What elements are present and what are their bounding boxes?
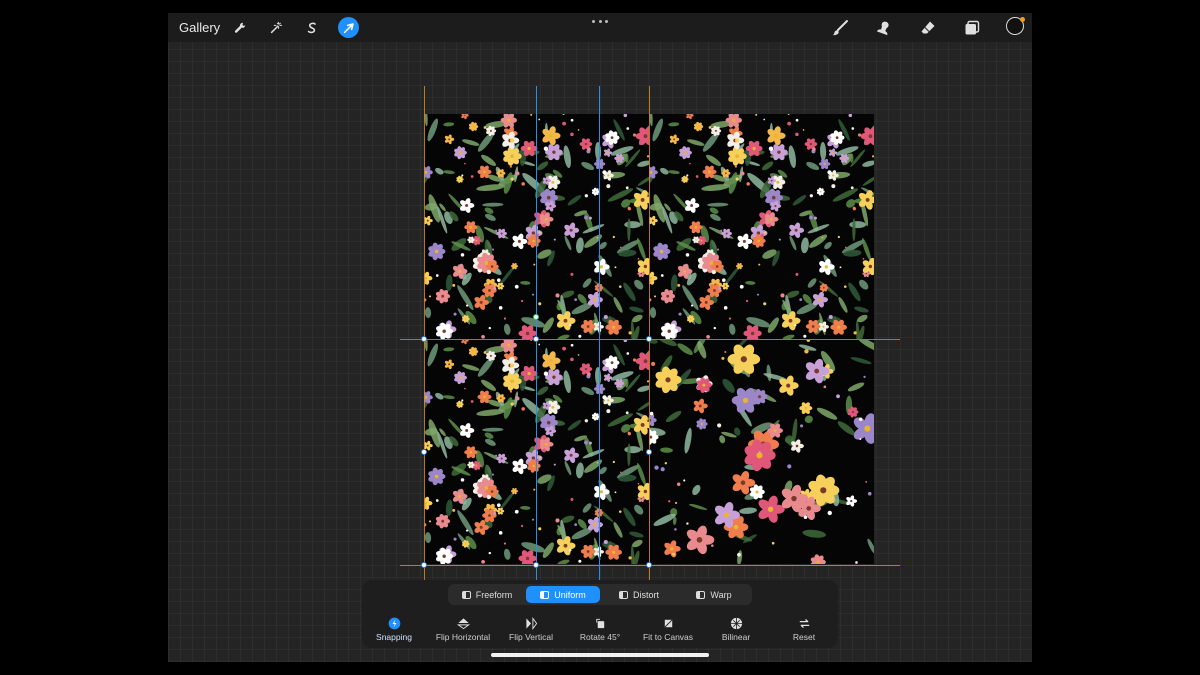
bilinear-button[interactable]: Bilinear [701, 616, 771, 642]
pattern-tile [649, 114, 874, 339]
orange-guide-center [649, 86, 650, 582]
eraser-icon[interactable] [917, 17, 939, 39]
reset-button[interactable]: Reset [769, 616, 839, 642]
transform-handle-right[interactable] [646, 449, 652, 455]
transform-mode-bar: Freeform Uniform Distort Warp [448, 584, 752, 605]
flip-horizontal-icon [428, 616, 498, 630]
wrench-icon[interactable] [229, 17, 250, 38]
transform-handle-bottom[interactable] [533, 562, 539, 568]
transform-handle-top-right[interactable] [646, 336, 652, 342]
transform-handle-bottom-left[interactable] [421, 562, 427, 568]
rotate-45-button[interactable]: Rotate 45° [565, 616, 635, 642]
uniform-icon [540, 590, 550, 599]
magic-wand-icon[interactable] [265, 17, 286, 38]
rotation-handle[interactable] [533, 314, 539, 320]
blue-guide-vertical-2 [599, 86, 600, 582]
color-swatch[interactable] [1006, 17, 1025, 35]
smudge-icon[interactable] [873, 17, 895, 39]
transform-handle-left[interactable] [421, 449, 427, 455]
tab-uniform[interactable]: Uniform [526, 586, 600, 603]
top-toolbar: Gallery [168, 13, 1032, 42]
transform-arrow-icon[interactable] [338, 17, 359, 38]
reset-icon [769, 616, 839, 630]
transform-handle-top-left[interactable] [421, 336, 427, 342]
color-indicator-dot [1020, 17, 1025, 22]
grip-dots-icon[interactable] [592, 18, 608, 24]
orange-guide-left [424, 86, 425, 582]
fit-to-canvas-icon [633, 616, 703, 630]
transform-handle-bottom-right[interactable] [646, 562, 652, 568]
procreate-app: Gallery Freeform Uniform Distort Warp Sn… [168, 13, 1032, 662]
home-indicator[interactable] [491, 653, 709, 657]
tab-freeform[interactable]: Freeform [450, 586, 524, 603]
blue-guide-vertical-1 [536, 86, 537, 582]
transform-panel: Freeform Uniform Distort Warp Snapping F… [362, 580, 838, 648]
pattern-tile [649, 339, 874, 564]
transform-handle-top[interactable] [533, 336, 539, 342]
snapping-button[interactable]: Snapping [359, 616, 429, 642]
bilinear-icon [701, 616, 771, 630]
flip-horizontal-button[interactable]: Flip Horizontal [428, 616, 498, 642]
freeform-icon [461, 590, 471, 599]
selection-s-icon[interactable] [301, 17, 322, 38]
rotate-icon [565, 616, 635, 630]
flip-vertical-icon [496, 616, 566, 630]
distort-icon [618, 590, 628, 599]
fit-to-canvas-button[interactable]: Fit to Canvas [633, 616, 703, 642]
tab-distort[interactable]: Distort [602, 586, 676, 603]
layers-icon[interactable] [961, 17, 983, 39]
warp-icon [696, 590, 706, 599]
snapping-icon [359, 616, 429, 630]
tab-warp[interactable]: Warp [678, 586, 750, 603]
gallery-button[interactable]: Gallery [179, 20, 220, 35]
brush-icon[interactable] [829, 17, 851, 39]
flip-vertical-button[interactable]: Flip Vertical [496, 616, 566, 642]
